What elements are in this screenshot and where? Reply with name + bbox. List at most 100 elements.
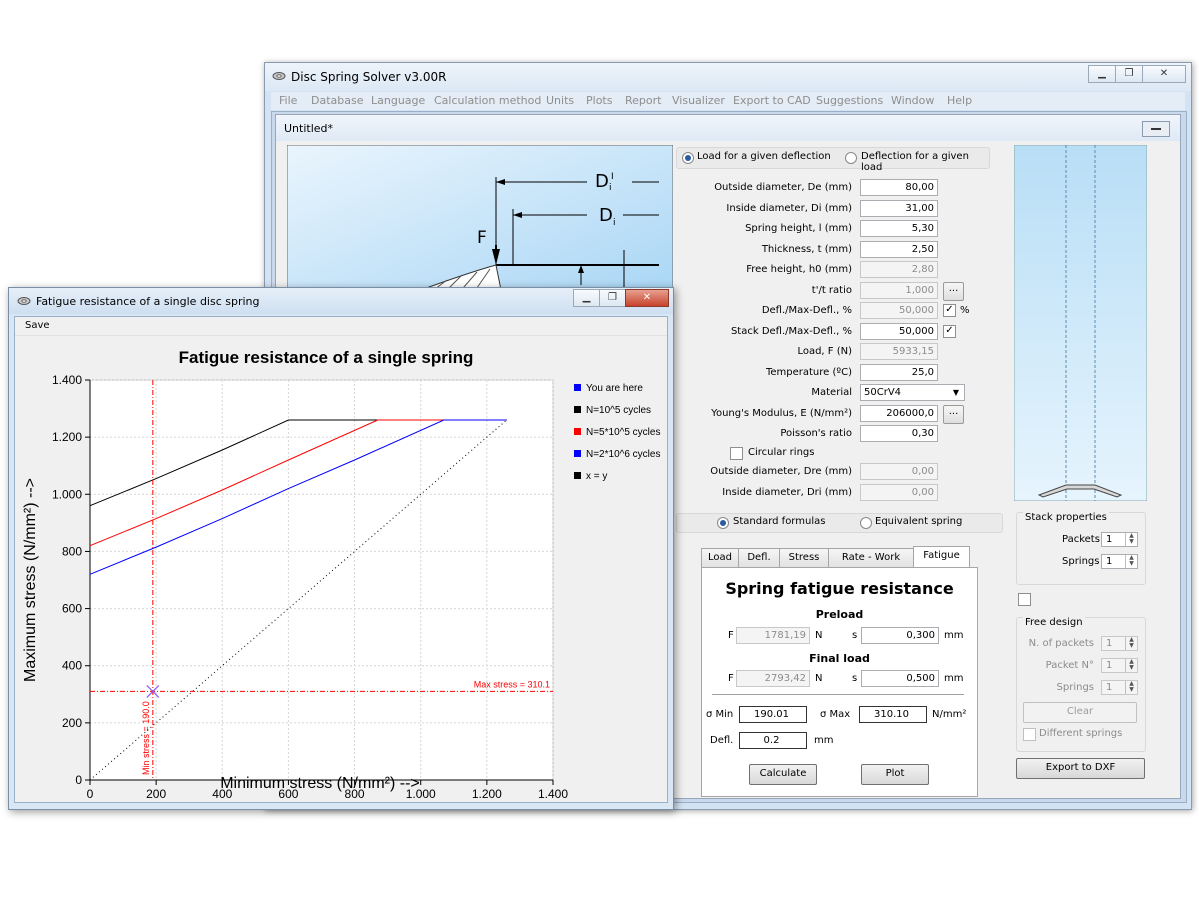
stack-defl-checkbox[interactable]: ✓ [943,325,956,338]
fatigue-close-button[interactable]: ✕ [625,289,669,307]
defl-max-checkbox[interactable]: ✓ [943,304,956,317]
chevron-down-icon: ▼ [952,388,959,397]
menu-units[interactable]: Units [546,94,574,107]
export-dxf-button[interactable]: Export to DXF [1016,758,1145,779]
fatigue-title-bar[interactable]: Fatigue resistance of a single disc spri… [9,288,673,314]
preload-label: Preload [815,608,864,621]
minimize-button[interactable]: ▁ [1088,65,1116,83]
menu-report[interactable]: Report [625,94,661,107]
preload-deflection-field[interactable]: 0,300 [861,627,939,644]
free-height-field[interactable]: 2,80 [860,261,938,278]
mode-load-radio[interactable] [682,152,694,164]
legend-swatch [574,428,581,435]
menu-suggestions[interactable]: Suggestions [816,94,883,107]
formula-group: Standard formulas Equivalent spring [676,513,1003,533]
springs-spinner[interactable]: 1 ▲ ▼ [1101,554,1138,569]
tab-load[interactable]: Load [701,548,739,567]
check-icon: ✓ [945,304,954,315]
menu-visualizer[interactable]: Visualizer [672,94,725,107]
defl-result-field[interactable]: 0.2 [739,732,807,749]
calculate-button[interactable]: Calculate [749,764,817,785]
y-tick-label: 1.400 [52,373,82,387]
springs2-spinner[interactable]: 1 ▲ ▼ [1101,680,1138,695]
menu-save[interactable]: Save [25,320,50,331]
outside-dre-field[interactable]: 0,00 [860,463,938,480]
menu-window[interactable]: Window [891,94,934,107]
x-tick-label: 1.400 [538,787,568,801]
mode-load-label[interactable]: Load for a given deflection [697,151,831,162]
y-tick-label: 1.000 [52,487,82,501]
circular-rings-checkbox[interactable] [730,447,743,460]
fatigue-restore-button[interactable]: ❐ [599,289,626,307]
legend-label: N=2*10^6 cycles [586,449,660,460]
tt-ratio-field[interactable]: 1,000 [860,282,938,299]
sigma-max-field[interactable]: 310.10 [859,706,927,723]
sigma-min-field[interactable]: 190.01 [739,706,807,723]
mode-deflection-label[interactable]: Deflection for a given load [861,151,989,173]
n-packets-spinner[interactable]: 1 ▲ ▼ [1101,636,1138,651]
menu-calculation-method[interactable]: Calculation method [434,94,541,107]
final-force-field[interactable]: 2793,42 [736,670,810,687]
inside-diameter-field[interactable]: 31,00 [860,200,938,217]
menu-plots[interactable]: Plots [586,94,612,107]
circular-rings-label[interactable]: Circular rings [748,447,814,458]
preload-force-field[interactable]: 1781,19 [736,627,810,644]
temperature-field[interactable]: 25,0 [860,364,938,381]
defl-max-field[interactable]: 50,000 [860,302,938,319]
standard-formulas-label[interactable]: Standard formulas [733,516,825,527]
tab-rate-work[interactable]: Rate - Work [828,548,914,567]
youngs-modulus-field[interactable]: 206000,0 [860,405,938,422]
close-button[interactable]: ✕ [1142,65,1186,83]
menu-file[interactable]: File [279,94,297,107]
tab-stress[interactable]: Stress [779,548,829,567]
clear-button[interactable]: Clear [1023,702,1137,723]
di-prime-sup: I [611,172,614,182]
app-spring-icon [17,297,31,305]
packets-spinner[interactable]: 1 ▲ ▼ [1101,532,1138,547]
thickness-field[interactable]: 2,50 [860,241,938,258]
menu-export-cad[interactable]: Export to CAD [733,94,811,107]
spinner-arrows-icon: ▲ ▼ [1125,681,1137,694]
fatigue-minimize-button[interactable]: ▁ [573,289,600,307]
load-field[interactable]: 5933,15 [860,343,938,360]
equivalent-spring-label[interactable]: Equivalent spring [875,516,962,527]
main-title-bar[interactable]: Disc Spring Solver v3.00R ▁ ❐ ✕ [265,63,1191,91]
youngs-dots-button[interactable]: ... [943,405,964,424]
tab-fatigue[interactable]: Fatigue [913,546,970,567]
menu-database[interactable]: Database [311,94,364,107]
document-title-bar[interactable]: Untitled* [276,115,1180,141]
equivalent-spring-radio[interactable] [860,517,872,529]
spring-height-field[interactable]: 5,30 [860,220,938,237]
final-deflection-field[interactable]: 0,500 [861,670,939,687]
tab-defl[interactable]: Defl. [738,548,780,567]
sigma-max-label: σ Max [820,709,851,720]
packet-no-label: Packet N° [1045,660,1094,671]
different-springs-checkbox[interactable] [1023,728,1036,741]
packet-no-spinner[interactable]: 1 ▲ ▼ [1101,658,1138,673]
spinner-arrows-icon: ▲ ▼ [1125,533,1137,546]
standard-formulas-radio[interactable] [717,517,729,529]
document-minimize-button[interactable] [1142,121,1170,137]
defl-max-label: Defl./Max-Defl., % [761,305,852,316]
preload-s-label: s [852,630,858,641]
final-f-label: F [728,673,734,684]
restore-button[interactable]: ❐ [1115,65,1143,83]
mode-deflection-radio[interactable] [845,152,857,164]
packets-label: Packets [1062,534,1100,545]
tt-ratio-label: t'/t ratio [811,285,852,296]
poisson-field[interactable]: 0,30 [860,425,938,442]
outside-diameter-label: Outside diameter, De (mm) [714,182,852,193]
menu-language[interactable]: Language [371,94,425,107]
stack-defl-field[interactable]: 50,000 [860,323,938,340]
outside-diameter-field[interactable]: 80,00 [860,179,938,196]
free-design-group: Free design N. of packets 1 ▲ ▼ Packet N° … [1016,617,1146,752]
plot-button[interactable]: Plot [861,764,929,785]
fatigue-chart: 002002004004006006008008001.0001.0001.20… [22,348,660,801]
material-select[interactable]: 50CrV4 ▼ [860,384,965,401]
stack-properties-group: Stack properties Packets 1 ▲ ▼ Springs 1 ▲ ▼ [1016,512,1146,585]
menu-help[interactable]: Help [947,94,972,107]
tt-ratio-dots-button[interactable]: ... [943,282,964,301]
inside-dri-field[interactable]: 0,00 [860,484,938,501]
free-design-checkbox[interactable] [1018,593,1031,606]
thickness-label: Thickness, t (mm) [761,244,852,255]
